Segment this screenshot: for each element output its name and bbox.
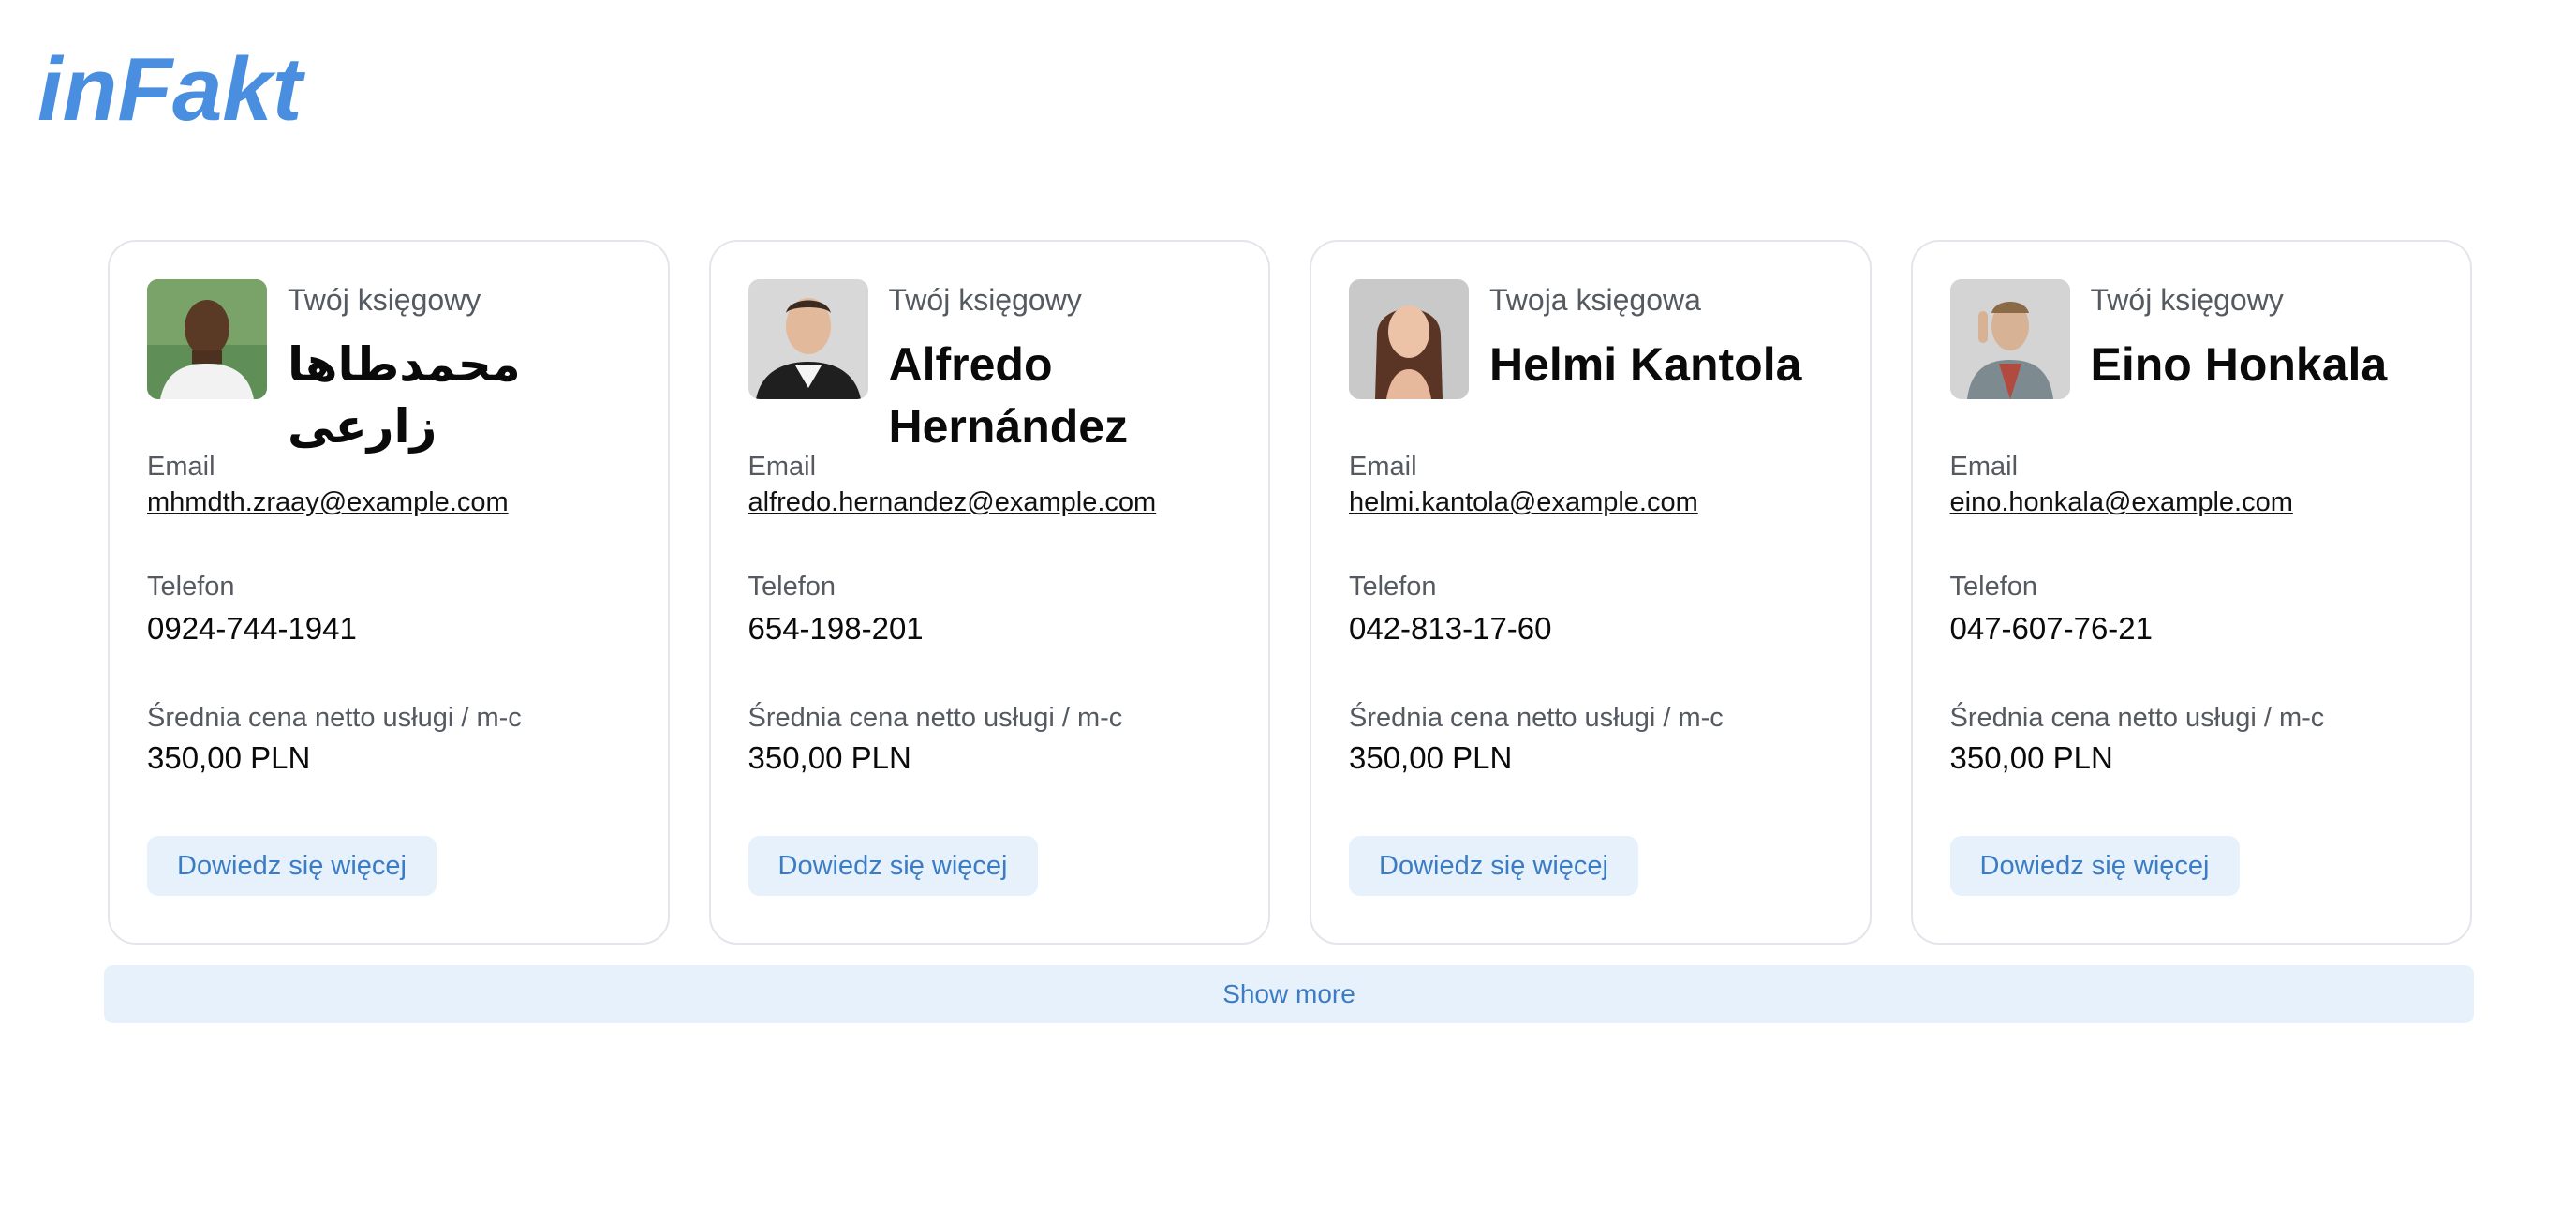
accountant-avatar [147, 279, 267, 399]
accountant-role: Twoja księgowa [1489, 283, 1701, 317]
price-value: 350,00 PLN [748, 740, 911, 775]
phone-value: 047-607-76-21 [1949, 611, 2154, 646]
email-label: Email [748, 452, 817, 482]
price-label: Średnia cena netto usługi / m-c [1349, 703, 1724, 733]
accountant-card: Twój księgowy محمدطاها زارعی Email mhmdt… [108, 240, 670, 945]
email-label: Email [1349, 452, 1417, 482]
accountant-name: Helmi Kantola [1489, 338, 1802, 391]
accountant-avatar [1349, 279, 1469, 399]
phone-value: 042-813-17-60 [1349, 611, 1552, 646]
email-label: Email [1949, 452, 2019, 482]
accountant-role: Twój księgowy [288, 283, 481, 317]
email-link[interactable]: mhmdth.zraay@example.com [147, 487, 509, 518]
phone-label: Telefon [147, 572, 235, 602]
phone-label: Telefon [1349, 572, 1437, 602]
accountant-avatar [748, 279, 868, 399]
accountant-card: Twój księgowy Alfredo Hernández Email al… [708, 240, 1270, 945]
price-value: 350,00 PLN [147, 740, 311, 775]
price-label: Średnia cena netto usługi / m-c [147, 703, 522, 733]
email-link[interactable]: helmi.kantola@example.com [1349, 487, 1698, 518]
show-more-button[interactable]: Show more [104, 965, 2474, 1023]
accountant-cards: Twój księgowy محمدطاها زارعی Email mhmdt… [108, 240, 2472, 946]
phone-value: 654-198-201 [748, 611, 924, 646]
learn-more-button[interactable]: Dowiedz się więcej [748, 836, 1038, 896]
email-label: Email [147, 452, 215, 482]
accountant-name: Eino Honkala [2090, 338, 2388, 391]
learn-more-button[interactable]: Dowiedz się więcej [147, 836, 437, 896]
email-link[interactable]: eino.honkala@example.com [1950, 487, 2293, 518]
accountant-name: محمدطاها زارعی [288, 338, 521, 453]
svg-text:inFakt: inFakt [37, 39, 306, 131]
email-link[interactable]: alfredo.hernandez@example.com [748, 487, 1157, 518]
price-value: 350,00 PLN [1949, 740, 2113, 775]
phone-label: Telefon [1949, 572, 2038, 602]
phone-value: 0924-744-1941 [147, 611, 357, 646]
accountant-card: Twój księgowy Eino Honkala Email eino.ho… [1910, 240, 2472, 945]
learn-more-button[interactable]: Dowiedz się więcej [1349, 836, 1638, 896]
price-label: Średnia cena netto usługi / m-c [1949, 703, 2325, 733]
phone-label: Telefon [748, 572, 836, 602]
accountant-name: Alfredo Hernández [888, 338, 1129, 453]
accountant-avatar [1949, 279, 2070, 399]
price-value: 350,00 PLN [1349, 740, 1513, 775]
accountant-card: Twoja księgowa Helmi Kantola Email helmi… [1310, 240, 1872, 945]
infakt-logo[interactable]: inFakt [37, 37, 318, 131]
accountant-role: Twój księgowy [2090, 283, 2284, 317]
learn-more-button[interactable]: Dowiedz się więcej [1949, 836, 2240, 896]
price-label: Średnia cena netto usługi / m-c [748, 703, 1123, 733]
accountant-role: Twój księgowy [888, 283, 1082, 317]
